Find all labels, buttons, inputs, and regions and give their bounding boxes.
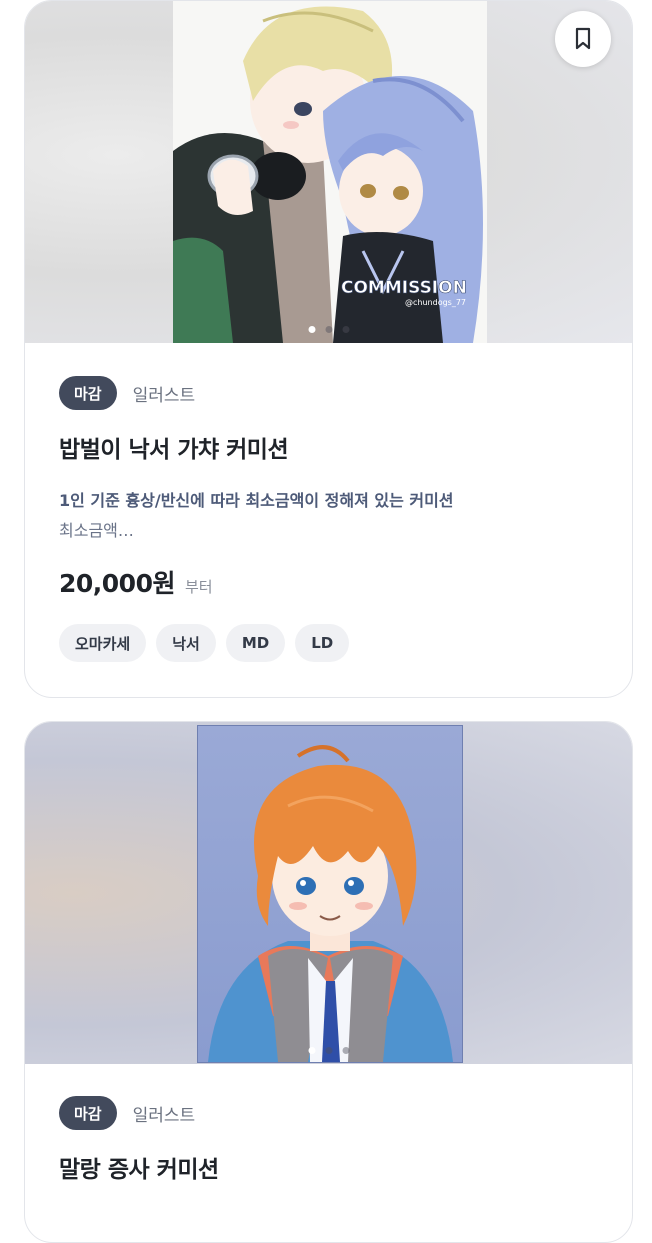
- commission-artwork-image: [197, 725, 463, 1063]
- commission-card[interactable]: COMMISSION @chundogs_77 마감 일러스트 밥벌이 낙서 가…: [24, 0, 633, 698]
- card-info: 마감 일러스트 말랑 증사 커미션: [59, 1096, 598, 1184]
- tag-chip[interactable]: LD: [295, 624, 350, 662]
- carousel-dot[interactable]: [308, 1047, 315, 1054]
- card-image-carousel[interactable]: COMMISSION @chundogs_77: [25, 1, 632, 343]
- credit-text: @chundogs_77: [405, 298, 466, 307]
- card-title[interactable]: 밥벌이 낙서 가챠 커미션: [59, 430, 598, 464]
- bookmark-button[interactable]: [555, 11, 611, 67]
- description-line: 1인 기준 흉상/반신에 따라 최소금액이 정해져 있는 커미션: [59, 491, 454, 510]
- status-badge: 마감: [59, 376, 117, 410]
- card-image-carousel[interactable]: [25, 722, 632, 1064]
- carousel-dot[interactable]: [308, 326, 315, 333]
- commission-card[interactable]: 마감 일러스트 말랑 증사 커미션: [24, 721, 633, 1243]
- bookmark-icon: [575, 27, 591, 50]
- description-line: 최소금액…: [59, 521, 134, 540]
- category-label: 일러스트: [132, 1105, 196, 1126]
- price-row: 20,000원 부터: [59, 564, 598, 600]
- tag-chip[interactable]: 오마카세: [59, 624, 147, 662]
- price-suffix: 부터: [184, 578, 213, 596]
- carousel-dot[interactable]: [325, 326, 332, 333]
- price-value: 20,000원: [59, 569, 175, 598]
- carousel-dot[interactable]: [342, 1047, 349, 1054]
- carousel-dot[interactable]: [342, 326, 349, 333]
- carousel-dots: [308, 1047, 349, 1054]
- watermark-text: COMMISSION: [341, 278, 467, 298]
- carousel-dots: [308, 326, 349, 333]
- category-label: 일러스트: [132, 385, 196, 406]
- tag-chip[interactable]: 낙서: [156, 624, 216, 662]
- status-badge: 마감: [59, 1096, 117, 1130]
- carousel-dot[interactable]: [325, 1047, 332, 1054]
- card-description: 1인 기준 흉상/반신에 따라 최소금액이 정해져 있는 커미션 최소금액…: [59, 486, 598, 546]
- card-info: 마감 일러스트 밥벌이 낙서 가챠 커미션 1인 기준 흉상/반신에 따라 최소…: [59, 376, 598, 662]
- tag-chip[interactable]: MD: [225, 624, 286, 662]
- commission-artwork-image: COMMISSION @chundogs_77: [173, 1, 487, 343]
- card-title[interactable]: 말랑 증사 커미션: [59, 1150, 598, 1184]
- tag-list: 오마카세 낙서 MD LD: [59, 624, 598, 662]
